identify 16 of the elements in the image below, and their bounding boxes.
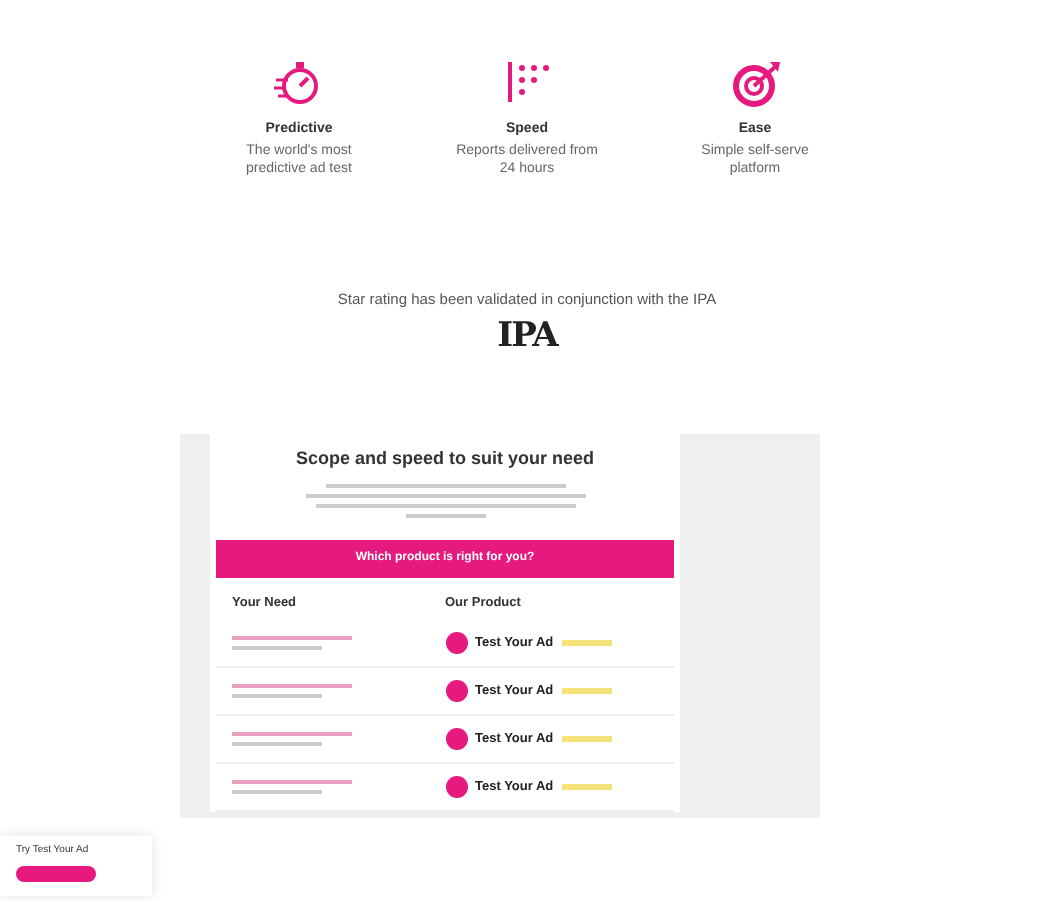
need-text-placeholder [232, 780, 352, 795]
tier-placeholder [561, 784, 612, 791]
product-logo-icon [445, 728, 467, 751]
ipa-logo: IPA [497, 315, 557, 356]
product-logo-icon [445, 776, 467, 799]
tier-placeholder [561, 736, 612, 743]
need-text-placeholder [232, 732, 352, 747]
tier-placeholder [561, 688, 612, 695]
need-text-placeholder [232, 636, 352, 651]
section-title: Scope and speed to suit your need [293, 446, 597, 473]
product-logo-icon [445, 680, 467, 703]
need-text-placeholder [232, 684, 352, 699]
promo-button[interactable] [16, 865, 96, 881]
tier-placeholder [561, 640, 612, 647]
product-logo-icon [445, 632, 467, 655]
target-icon [727, 56, 783, 108]
